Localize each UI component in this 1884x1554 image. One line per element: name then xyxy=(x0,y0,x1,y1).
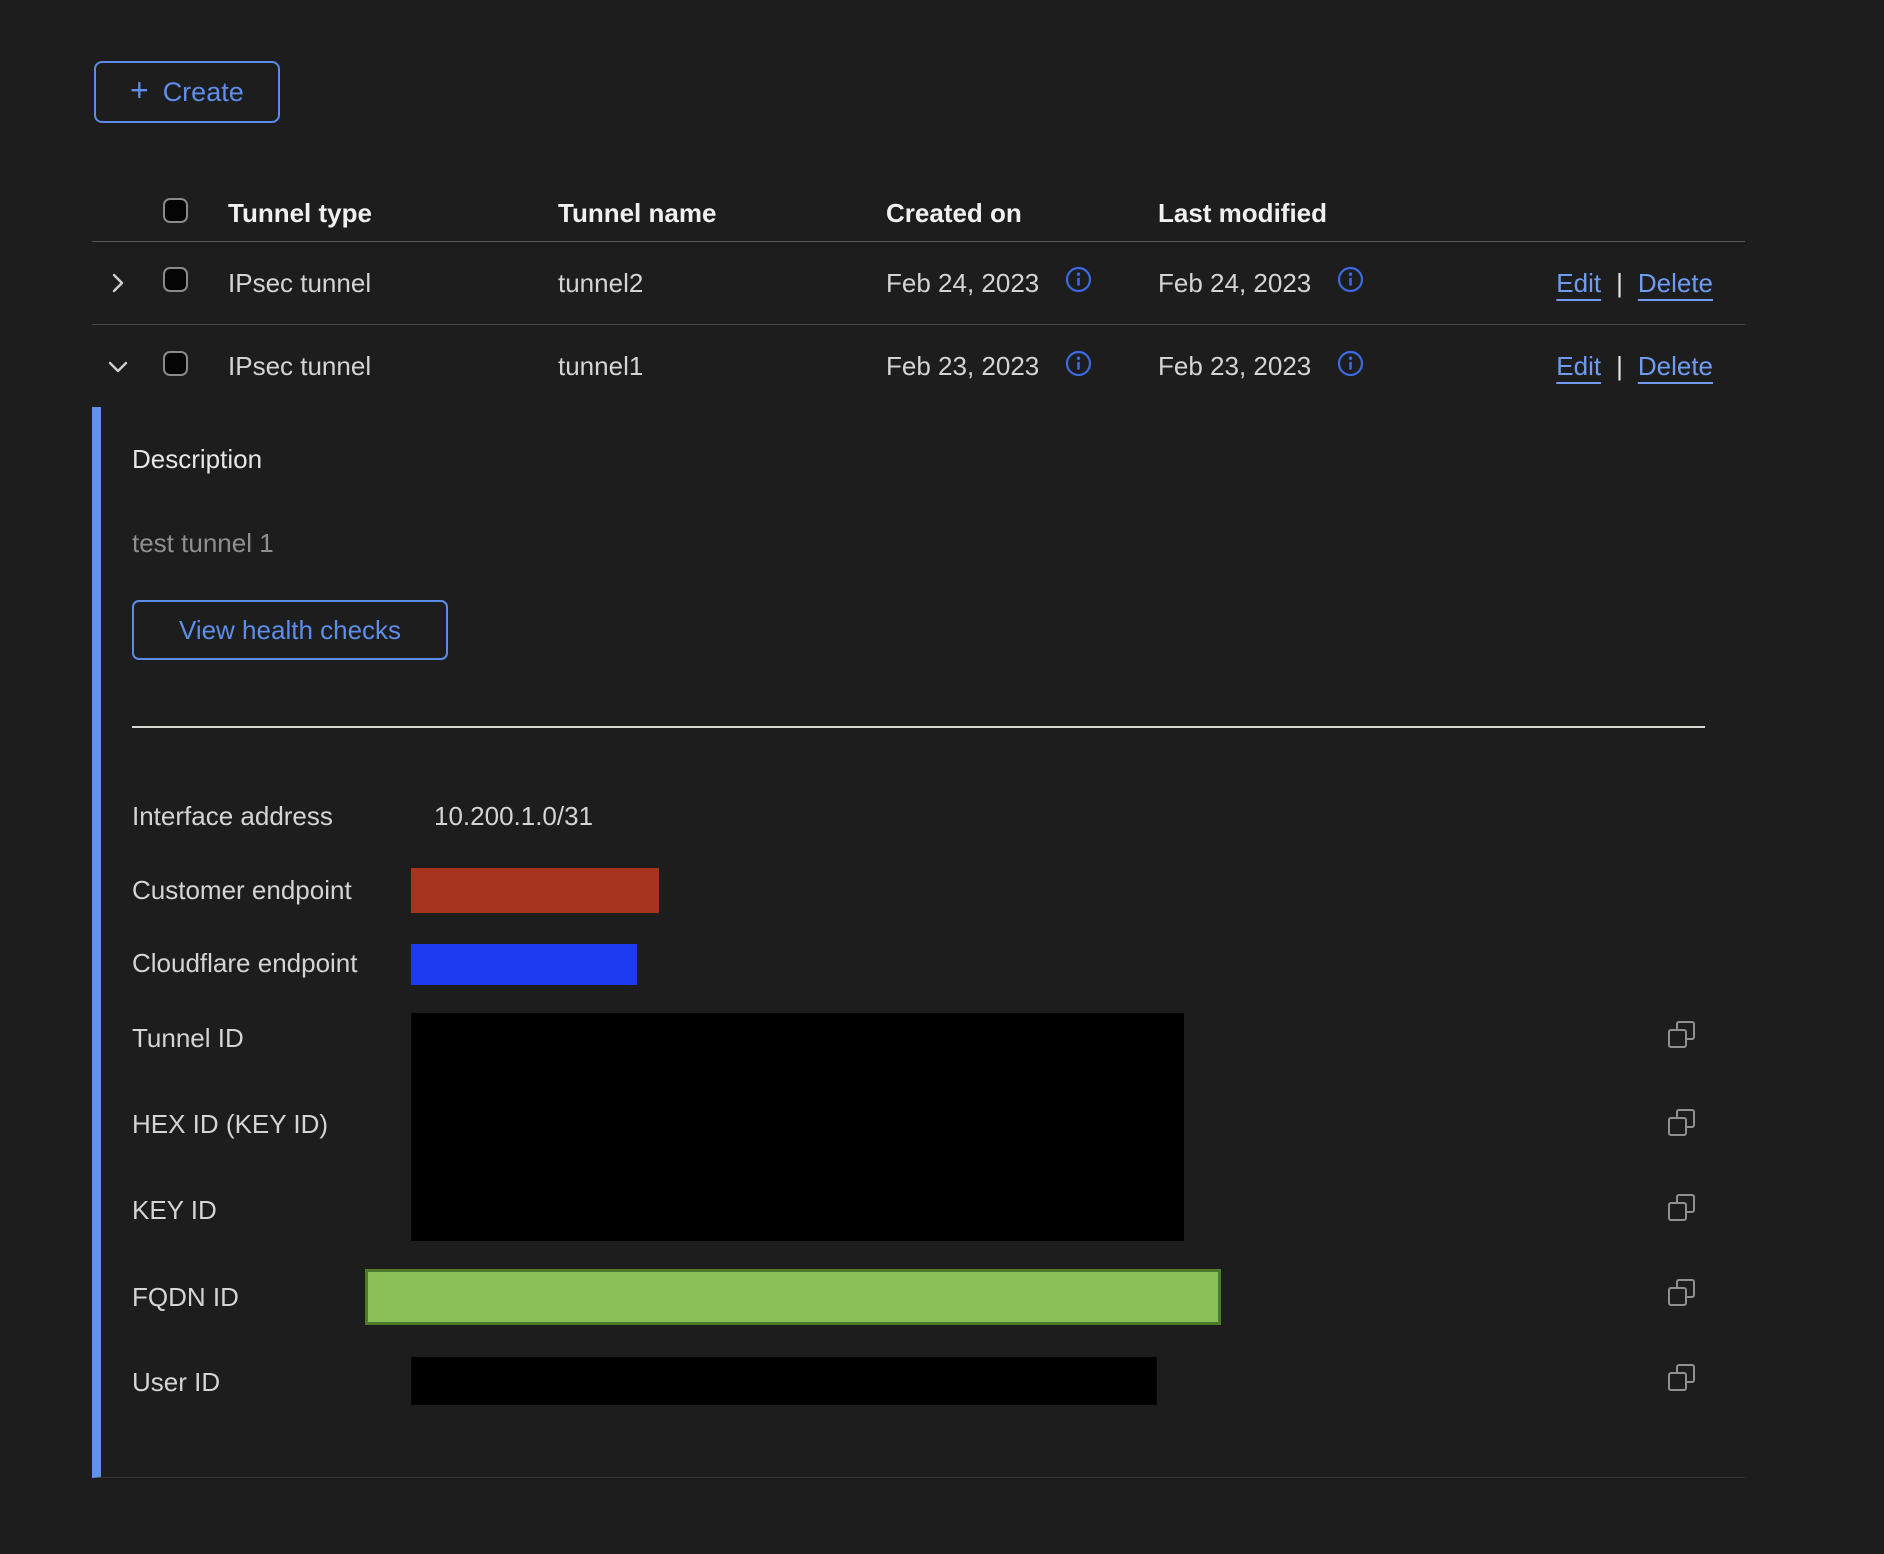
row-checkbox[interactable] xyxy=(163,351,188,376)
select-all-checkbox[interactable] xyxy=(163,198,188,223)
cloudflare-endpoint-redacted-value xyxy=(411,944,637,985)
description-value: test tunnel 1 xyxy=(132,528,274,558)
fqdn-id-label: FQDN ID xyxy=(132,1282,239,1312)
tunnel-detail-panel: Description test tunnel 1 View health ch… xyxy=(92,407,1745,1478)
table-row: IPsec tunnel tunnel2 Feb 24, 2023 Feb 24… xyxy=(92,242,1745,325)
table-row: IPsec tunnel tunnel1 Feb 23, 2023 Feb 23… xyxy=(92,325,1745,408)
description-label: Description xyxy=(132,444,262,474)
tunnel-name-cell: tunnel2 xyxy=(558,268,886,299)
actions-separator: | xyxy=(1616,268,1623,299)
tunnels-table: Tunnel type Tunnel name Created on Last … xyxy=(92,185,1745,408)
edit-link[interactable]: Edit xyxy=(1556,351,1601,382)
info-icon[interactable] xyxy=(1065,266,1092,300)
fqdn-id-redacted-value xyxy=(365,1269,1221,1325)
user-id-label: User ID xyxy=(132,1367,220,1397)
cloudflare-endpoint-label: Cloudflare endpoint xyxy=(132,948,358,978)
column-header-tunnel-name: Tunnel name xyxy=(558,198,886,229)
tunnel-name-cell: tunnel1 xyxy=(558,351,886,382)
section-divider xyxy=(132,726,1705,728)
edit-link[interactable]: Edit xyxy=(1556,268,1601,299)
column-header-created-on: Created on xyxy=(886,198,1158,229)
header-checkbox-cell xyxy=(163,198,228,228)
ipsec-tunnels-page: + Create Tunnel type Tunnel name Created… xyxy=(0,0,1884,1554)
user-id-redacted-value xyxy=(411,1357,1157,1405)
row-checkbox[interactable] xyxy=(163,267,188,292)
delete-link[interactable]: Delete xyxy=(1638,351,1713,382)
copy-user-id-icon[interactable] xyxy=(1666,1362,1698,1397)
copy-fqdn-id-icon[interactable] xyxy=(1666,1277,1698,1312)
tunnel-type-cell: IPsec tunnel xyxy=(228,351,558,382)
last-modified-cell: Feb 24, 2023 xyxy=(1158,268,1311,299)
key-id-label: KEY ID xyxy=(132,1195,217,1225)
created-on-cell: Feb 24, 2023 xyxy=(886,268,1039,299)
hex-id-label: HEX ID (KEY ID) xyxy=(132,1109,328,1139)
column-header-last-modified: Last modified xyxy=(1158,198,1452,229)
tunnel-type-cell: IPsec tunnel xyxy=(228,268,558,299)
table-header-row: Tunnel type Tunnel name Created on Last … xyxy=(92,185,1745,242)
expand-chevron-right-icon[interactable] xyxy=(106,271,130,295)
info-icon[interactable] xyxy=(1337,266,1364,300)
column-header-tunnel-type: Tunnel type xyxy=(228,198,558,229)
created-on-cell: Feb 23, 2023 xyxy=(886,351,1039,382)
copy-hex-id-icon[interactable] xyxy=(1666,1107,1698,1142)
create-button-label: Create xyxy=(163,77,244,108)
copy-key-id-icon[interactable] xyxy=(1666,1192,1698,1227)
delete-link[interactable]: Delete xyxy=(1638,268,1713,299)
interface-address-value: 10.200.1.0/31 xyxy=(434,801,593,831)
create-button[interactable]: + Create xyxy=(94,61,280,123)
info-icon[interactable] xyxy=(1065,350,1092,384)
tunnel-id-label: Tunnel ID xyxy=(132,1023,244,1053)
view-health-checks-button[interactable]: View health checks xyxy=(132,600,448,660)
collapse-chevron-down-icon[interactable] xyxy=(106,355,130,379)
info-icon[interactable] xyxy=(1337,350,1364,384)
customer-endpoint-label: Customer endpoint xyxy=(132,875,352,905)
interface-address-label: Interface address xyxy=(132,801,333,831)
customer-endpoint-redacted-value xyxy=(411,868,659,913)
ids-redacted-value xyxy=(411,1013,1184,1241)
copy-tunnel-id-icon[interactable] xyxy=(1666,1019,1698,1054)
plus-icon: + xyxy=(130,74,149,106)
actions-separator: | xyxy=(1616,351,1623,382)
last-modified-cell: Feb 23, 2023 xyxy=(1158,351,1311,382)
